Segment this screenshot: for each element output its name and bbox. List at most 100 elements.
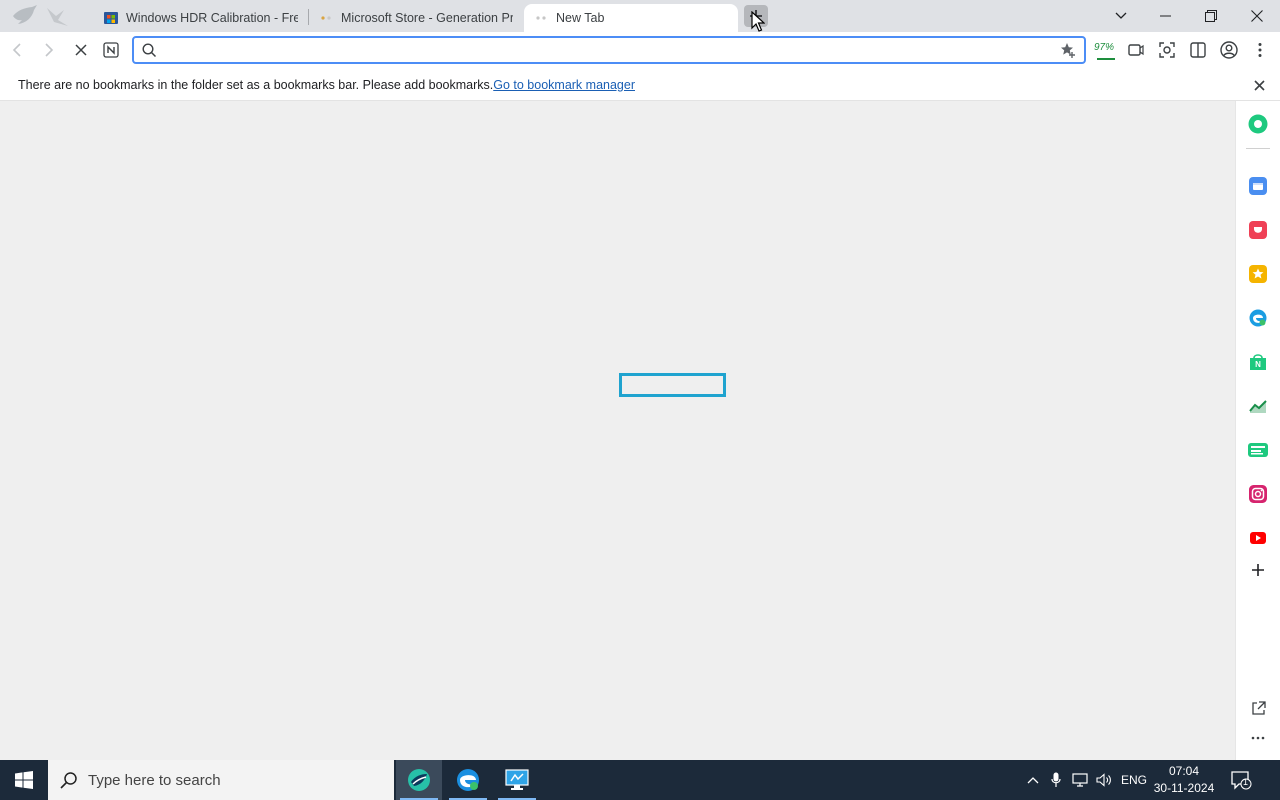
tab-title: Windows HDR Calibration - Free xyxy=(126,11,298,25)
calendar-icon xyxy=(1249,177,1267,195)
sidebar-item-stocks[interactable] xyxy=(1248,396,1268,416)
taskbar-app-whale-browser[interactable] xyxy=(396,760,442,800)
address-bar[interactable] xyxy=(132,36,1086,64)
language-indicator[interactable]: ENG xyxy=(1118,760,1150,800)
sidebar-more-button[interactable] xyxy=(1248,728,1268,748)
back-button[interactable] xyxy=(4,37,30,63)
tab-title: New Tab xyxy=(556,11,605,25)
taskbar-search-box[interactable] xyxy=(48,760,394,800)
tab-windows-hdr-calibration[interactable]: Windows HDR Calibration - Free xyxy=(94,4,308,32)
search-icon xyxy=(142,43,157,58)
mouse-cursor-icon xyxy=(751,11,765,32)
split-view-button[interactable] xyxy=(1185,37,1211,63)
forward-arrow-icon xyxy=(45,43,54,57)
lens-capture-button[interactable] xyxy=(1154,37,1180,63)
loading-placeholder xyxy=(619,373,726,397)
sidebar-add-button[interactable] xyxy=(1248,560,1268,580)
show-hidden-icons-button[interactable] xyxy=(1022,760,1044,800)
bookmark-notice: There are no bookmarks in the folder set… xyxy=(18,78,635,92)
sidebar-item-pocket[interactable] xyxy=(1248,220,1268,240)
star-icon xyxy=(1249,265,1267,283)
restore-button[interactable] xyxy=(1188,0,1234,32)
camera-capture-icon xyxy=(1159,42,1175,58)
tab-new-tab[interactable]: New Tab xyxy=(524,4,738,32)
tab-microsoft-store[interactable]: Microsoft Store - Generation Pr xyxy=(309,4,523,32)
taskbar-search-input[interactable] xyxy=(88,771,368,789)
clock-date: 30-11-2024 xyxy=(1153,781,1215,795)
stock-chart-icon xyxy=(1249,400,1267,413)
sidebar-divider xyxy=(1246,148,1270,149)
add-favorite-star-icon[interactable] xyxy=(1060,42,1077,58)
windows-logo-icon xyxy=(15,771,33,789)
video-icon xyxy=(1128,44,1144,56)
taskbar-clock[interactable]: 07:04 30-11-2024 xyxy=(1148,763,1220,797)
browser-toolbar: 97% xyxy=(0,32,1280,68)
green-circle-icon xyxy=(1248,114,1268,134)
volume-tray-button[interactable] xyxy=(1094,760,1116,800)
clock-time: 07:04 xyxy=(1168,764,1200,778)
split-view-icon xyxy=(1190,42,1206,58)
bird-logo-icon xyxy=(13,5,37,24)
close-window-button[interactable] xyxy=(1234,0,1280,32)
notification-icon xyxy=(1231,771,1252,790)
taskbar-app-remote-desktop[interactable] xyxy=(494,760,540,800)
tab-title: Microsoft Store - Generation Pr xyxy=(341,11,513,25)
page-content xyxy=(0,101,1235,760)
home-button[interactable] xyxy=(98,37,124,63)
close-bookmark-notice-button[interactable] xyxy=(1250,76,1268,94)
chevron-down-icon xyxy=(1115,12,1127,19)
notification-count: 1 xyxy=(1243,777,1249,787)
whale-browser-icon xyxy=(408,769,430,791)
restore-icon xyxy=(1205,10,1217,22)
pocket-icon xyxy=(1249,221,1267,239)
sidebar-open-external-button[interactable] xyxy=(1248,698,1268,718)
network-tray-button[interactable] xyxy=(1070,760,1092,800)
main-menu-button[interactable] xyxy=(1247,37,1273,63)
remote-desktop-icon xyxy=(505,769,529,790)
green-logo-icon xyxy=(1248,443,1268,457)
kebab-menu-icon xyxy=(1258,43,1262,57)
start-button[interactable] xyxy=(0,760,48,800)
add-icon xyxy=(1252,564,1264,576)
sidebar-item-calendar[interactable] xyxy=(1248,176,1268,196)
microphone-icon xyxy=(1051,772,1061,787)
close-icon xyxy=(1251,10,1263,22)
screen-capture-button[interactable] xyxy=(1123,37,1149,63)
sidebar-item-green-circle[interactable] xyxy=(1248,114,1268,134)
stop-loading-button[interactable] xyxy=(68,37,94,63)
naver-icon: N xyxy=(1250,354,1266,370)
windows-taskbar: ENG 07:04 30-11-2024 1 xyxy=(0,760,1280,800)
profile-button[interactable] xyxy=(1216,37,1242,63)
speaker-icon xyxy=(1096,773,1111,787)
sidebar-item-edge[interactable] xyxy=(1248,308,1268,328)
bookmark-notice-bar: There are no bookmarks in the folder set… xyxy=(0,68,1280,101)
windows-store-icon xyxy=(104,11,118,25)
svg-text:N: N xyxy=(1255,360,1261,369)
sidebar-item-green-app[interactable] xyxy=(1248,440,1268,460)
search-icon xyxy=(60,770,80,790)
minimize-button[interactable] xyxy=(1142,0,1188,32)
zoom-level[interactable]: 97% xyxy=(1094,42,1114,53)
minimize-icon xyxy=(1159,15,1171,17)
edge-icon xyxy=(457,769,479,791)
side-panel: N xyxy=(1235,101,1280,760)
open-external-icon xyxy=(1251,700,1266,715)
loading-dots-icon xyxy=(319,11,333,25)
forward-button[interactable] xyxy=(36,37,62,63)
tab-strip: Windows HDR Calibration - Free Microsoft… xyxy=(0,0,1280,32)
browser-logo xyxy=(10,2,78,30)
sidebar-item-favorites[interactable] xyxy=(1248,264,1268,284)
taskbar-app-edge[interactable] xyxy=(445,760,491,800)
stop-x-icon xyxy=(75,44,87,56)
sidebar-item-naver[interactable]: N xyxy=(1248,352,1268,372)
naver-home-icon xyxy=(103,42,119,58)
bookmark-manager-link[interactable]: Go to bookmark manager xyxy=(493,78,635,92)
microphone-tray-button[interactable] xyxy=(1046,760,1066,800)
profile-icon xyxy=(1220,41,1238,59)
tab-search-button[interactable] xyxy=(1098,0,1144,32)
sidebar-item-instagram[interactable] xyxy=(1248,484,1268,504)
address-input[interactable] xyxy=(162,40,1042,60)
action-center-button[interactable]: 1 xyxy=(1224,760,1258,800)
sidebar-item-youtube[interactable] xyxy=(1248,528,1268,548)
chevron-up-icon xyxy=(1027,777,1039,784)
